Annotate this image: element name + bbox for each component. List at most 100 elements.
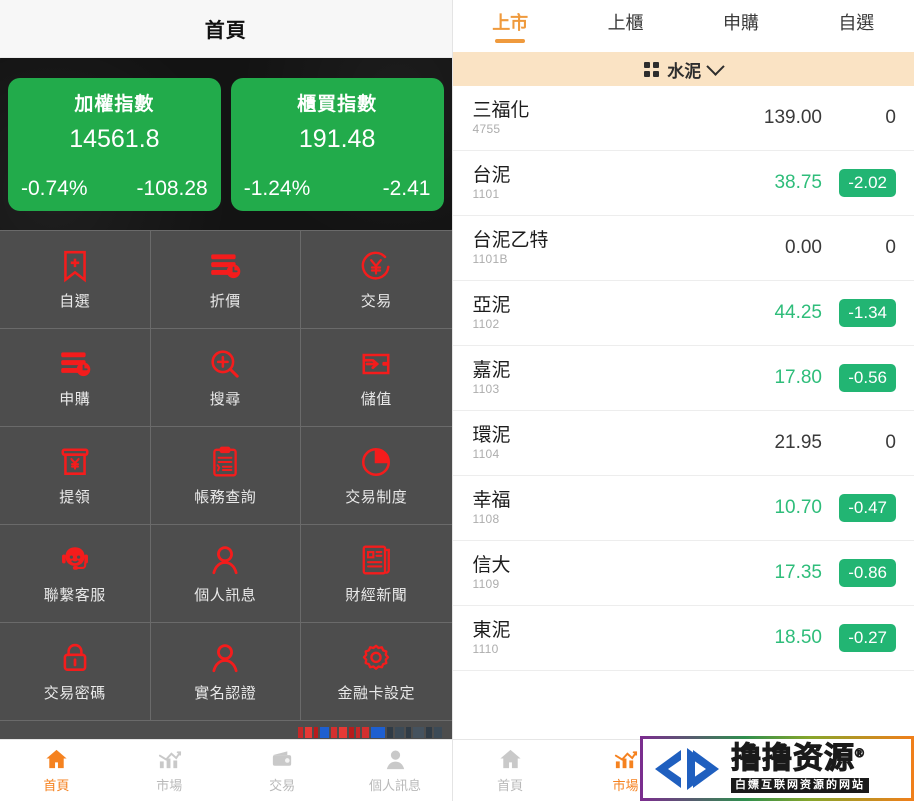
chart-bars-icon bbox=[613, 747, 638, 772]
discount-clock-icon bbox=[208, 249, 242, 283]
menu-item-trading-rules[interactable]: 交易制度 bbox=[301, 427, 452, 525]
index-value: 14561.8 bbox=[69, 124, 160, 153]
stock-name: 東泥 bbox=[472, 619, 511, 641]
stock-change: -2.02 bbox=[822, 169, 896, 197]
table-row[interactable]: 環泥 1104 21.95 0 bbox=[452, 411, 914, 476]
stock-identity: 東泥 1110 bbox=[473, 620, 713, 657]
stock-change: -0.27 bbox=[822, 624, 896, 652]
tab-watchlist[interactable]: 自選 bbox=[799, 0, 914, 52]
table-row[interactable]: 信大 1109 17.35 -0.86 bbox=[452, 541, 914, 606]
tab-listed[interactable]: 上市 bbox=[453, 0, 568, 52]
wallet-deposit-icon bbox=[359, 347, 393, 381]
bookmark-plus-icon bbox=[58, 249, 92, 283]
stock-change: -0.86 bbox=[822, 559, 896, 587]
menu-item-label: 儲值 bbox=[360, 390, 392, 408]
menu-item-label: 提領 bbox=[59, 488, 91, 506]
nav-item-profile[interactable]: 個人訊息 bbox=[339, 747, 452, 794]
nav-item-home[interactable]: 首頁 bbox=[453, 747, 568, 794]
chart-bars-icon bbox=[157, 747, 182, 772]
menu-item-customer-service[interactable]: 聯繫客服 bbox=[0, 525, 151, 623]
nav-label: 交易 bbox=[269, 778, 296, 793]
watermark-title: 撸撸资源® bbox=[731, 742, 865, 775]
table-row[interactable]: 台泥 1101 38.75 -2.02 bbox=[452, 151, 914, 216]
menu-item-account-query[interactable]: 帳務查詢 bbox=[150, 427, 301, 525]
nav-item-trade[interactable]: 交易 bbox=[226, 747, 339, 794]
stock-price: 18.50 bbox=[774, 627, 822, 648]
stock-name: 三福化 bbox=[472, 99, 530, 121]
table-row[interactable]: 幸福 1108 10.70 -0.47 bbox=[452, 476, 914, 541]
index-card-otc[interactable]: 櫃買指數 191.48 -1.24% -2.41 bbox=[230, 77, 444, 211]
stock-price: 44.25 bbox=[774, 302, 822, 323]
watermark-subtitle: 白嫖互联网资源的网站 bbox=[731, 778, 869, 793]
status-badge: -2.02 bbox=[839, 169, 896, 197]
menu-item-trade-password[interactable]: 交易密碼 bbox=[0, 623, 151, 721]
tab-otc[interactable]: 上櫃 bbox=[568, 0, 683, 52]
menu-item-label: 金融卡設定 bbox=[337, 684, 415, 702]
change-value: 0 bbox=[885, 432, 896, 453]
status-badge: -0.86 bbox=[839, 559, 896, 587]
table-row[interactable]: 東泥 1110 18.50 -0.27 bbox=[452, 606, 914, 671]
menu-item-search[interactable]: 搜尋 bbox=[150, 329, 301, 427]
headset-support-icon bbox=[58, 543, 92, 577]
tab-subscription[interactable]: 申購 bbox=[683, 0, 798, 52]
table-row[interactable]: 三福化 4755 139.00 0 bbox=[452, 86, 914, 151]
table-row[interactable]: 嘉泥 1103 17.80 -0.56 bbox=[452, 346, 914, 411]
stock-price: 17.80 bbox=[774, 367, 822, 388]
index-change: -2.41 bbox=[382, 176, 431, 200]
index-card-weighted[interactable]: 加權指數 14561.8 -0.74% -108.28 bbox=[8, 77, 221, 211]
stock-code: 1102 bbox=[472, 317, 500, 332]
index-percent: -0.74% bbox=[21, 176, 88, 200]
user-verify-icon bbox=[208, 641, 242, 675]
menu-item-label: 折價 bbox=[209, 292, 241, 310]
menu-item-withdraw[interactable]: 提領 bbox=[0, 427, 151, 525]
menu-item-label: 實名認證 bbox=[194, 684, 257, 702]
stock-code: 1110 bbox=[472, 642, 499, 657]
stock-code: 1103 bbox=[472, 382, 500, 397]
stock-identity: 亞泥 1102 bbox=[473, 295, 713, 332]
menu-item-identity-verification[interactable]: 實名認證 bbox=[150, 623, 301, 721]
status-badge: -0.56 bbox=[839, 364, 896, 392]
stock-identity: 環泥 1104 bbox=[473, 425, 713, 462]
nav-label: 市場 bbox=[612, 778, 639, 793]
menu-item-trade[interactable]: 交易 bbox=[301, 231, 452, 329]
gear-icon bbox=[359, 641, 393, 675]
stock-price: 21.95 bbox=[774, 432, 822, 453]
stock-name: 環泥 bbox=[472, 424, 511, 446]
status-badge: -0.47 bbox=[839, 494, 896, 522]
stock-name: 台泥 bbox=[472, 164, 511, 186]
page-title: 首頁 bbox=[204, 20, 247, 42]
tab-label: 上櫃 bbox=[607, 13, 644, 33]
index-change: -108.28 bbox=[136, 176, 208, 200]
stock-code: 1108 bbox=[472, 512, 500, 527]
menu-item-discount[interactable]: 折價 bbox=[150, 231, 301, 329]
stock-name: 台泥乙特 bbox=[472, 229, 549, 251]
table-row[interactable]: 亞泥 1102 44.25 -1.34 bbox=[452, 281, 914, 346]
category-selector[interactable]: 水泥 bbox=[452, 52, 914, 86]
clipboard-report-icon bbox=[208, 445, 242, 479]
stock-identity: 信大 1109 bbox=[473, 555, 713, 592]
menu-item-watchlist[interactable]: 自選 bbox=[0, 231, 151, 329]
registered-mark: ® bbox=[855, 746, 865, 760]
stock-change: -0.56 bbox=[822, 364, 896, 392]
stock-identity: 嘉泥 1103 bbox=[473, 360, 713, 397]
menu-item-label: 申購 bbox=[59, 390, 91, 408]
menu-item-profile[interactable]: 個人訊息 bbox=[150, 525, 301, 623]
tab-underline bbox=[726, 39, 756, 43]
menu-item-subscribe[interactable]: 申購 bbox=[0, 329, 151, 427]
lock-icon bbox=[58, 641, 92, 675]
menu-item-bank-card-settings[interactable]: 金融卡設定 bbox=[301, 623, 452, 721]
menu-item-financial-news[interactable]: 財經新聞 bbox=[301, 525, 452, 623]
stock-code: 1109 bbox=[472, 577, 500, 592]
table-row[interactable]: 台泥乙特 1101B 0.00 0 bbox=[452, 216, 914, 281]
nav-item-home[interactable]: 首頁 bbox=[0, 747, 113, 794]
stock-code: 4755 bbox=[472, 122, 501, 137]
stock-identity: 台泥 1101 bbox=[473, 165, 713, 202]
nav-item-market[interactable]: 市場 bbox=[113, 747, 226, 794]
nav-label: 市場 bbox=[156, 778, 183, 793]
stock-code: 1101B bbox=[472, 252, 508, 267]
menu-item-deposit[interactable]: 儲值 bbox=[301, 329, 452, 427]
stock-price: 38.75 bbox=[774, 172, 822, 193]
stock-price: 0.00 bbox=[785, 237, 822, 258]
home-icon bbox=[498, 747, 523, 772]
stock-change: -0.47 bbox=[822, 494, 896, 522]
